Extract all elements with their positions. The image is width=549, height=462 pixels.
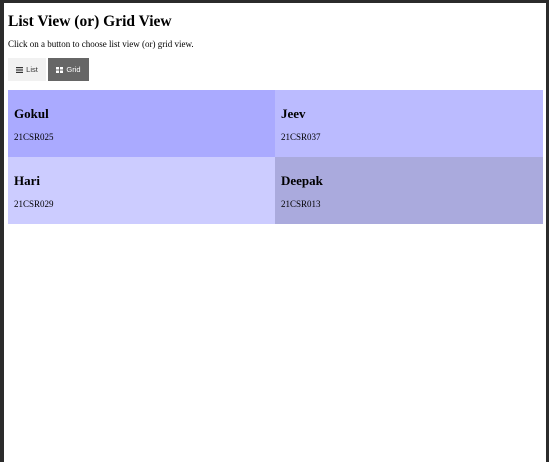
- page-title: List View (or) Grid View: [8, 13, 172, 30]
- student-name: Hari: [14, 173, 40, 188]
- student-reg-number: 21CSR025: [14, 132, 54, 142]
- student-name: Gokul: [14, 106, 49, 121]
- student-card: Hari 21CSR029: [8, 157, 275, 224]
- student-name: Jeev: [281, 106, 306, 121]
- grid-view-label: Grid: [66, 65, 81, 74]
- grid-view-button[interactable]: Grid: [48, 58, 89, 81]
- student-card: Deepak 21CSR013: [275, 157, 543, 224]
- student-reg-number: 21CSR037: [281, 132, 321, 142]
- page-frame: List View (or) Grid View Click on a butt…: [4, 3, 546, 462]
- student-card: Jeev 21CSR037: [275, 90, 543, 157]
- student-reg-number: 21CSR029: [14, 199, 54, 209]
- list-view-button[interactable]: List: [8, 58, 46, 81]
- grid-icon: [56, 66, 64, 73]
- list-icon: [16, 66, 24, 73]
- student-grid: Gokul 21CSR025 Jeev 21CSR037 Hari 21CSR0…: [8, 90, 543, 225]
- list-view-label: List: [26, 65, 38, 74]
- student-reg-number: 21CSR013: [281, 199, 321, 209]
- instruction-text: Click on a button to choose list view (o…: [8, 39, 194, 49]
- student-card: Gokul 21CSR025: [8, 90, 275, 157]
- student-name: Deepak: [281, 173, 323, 188]
